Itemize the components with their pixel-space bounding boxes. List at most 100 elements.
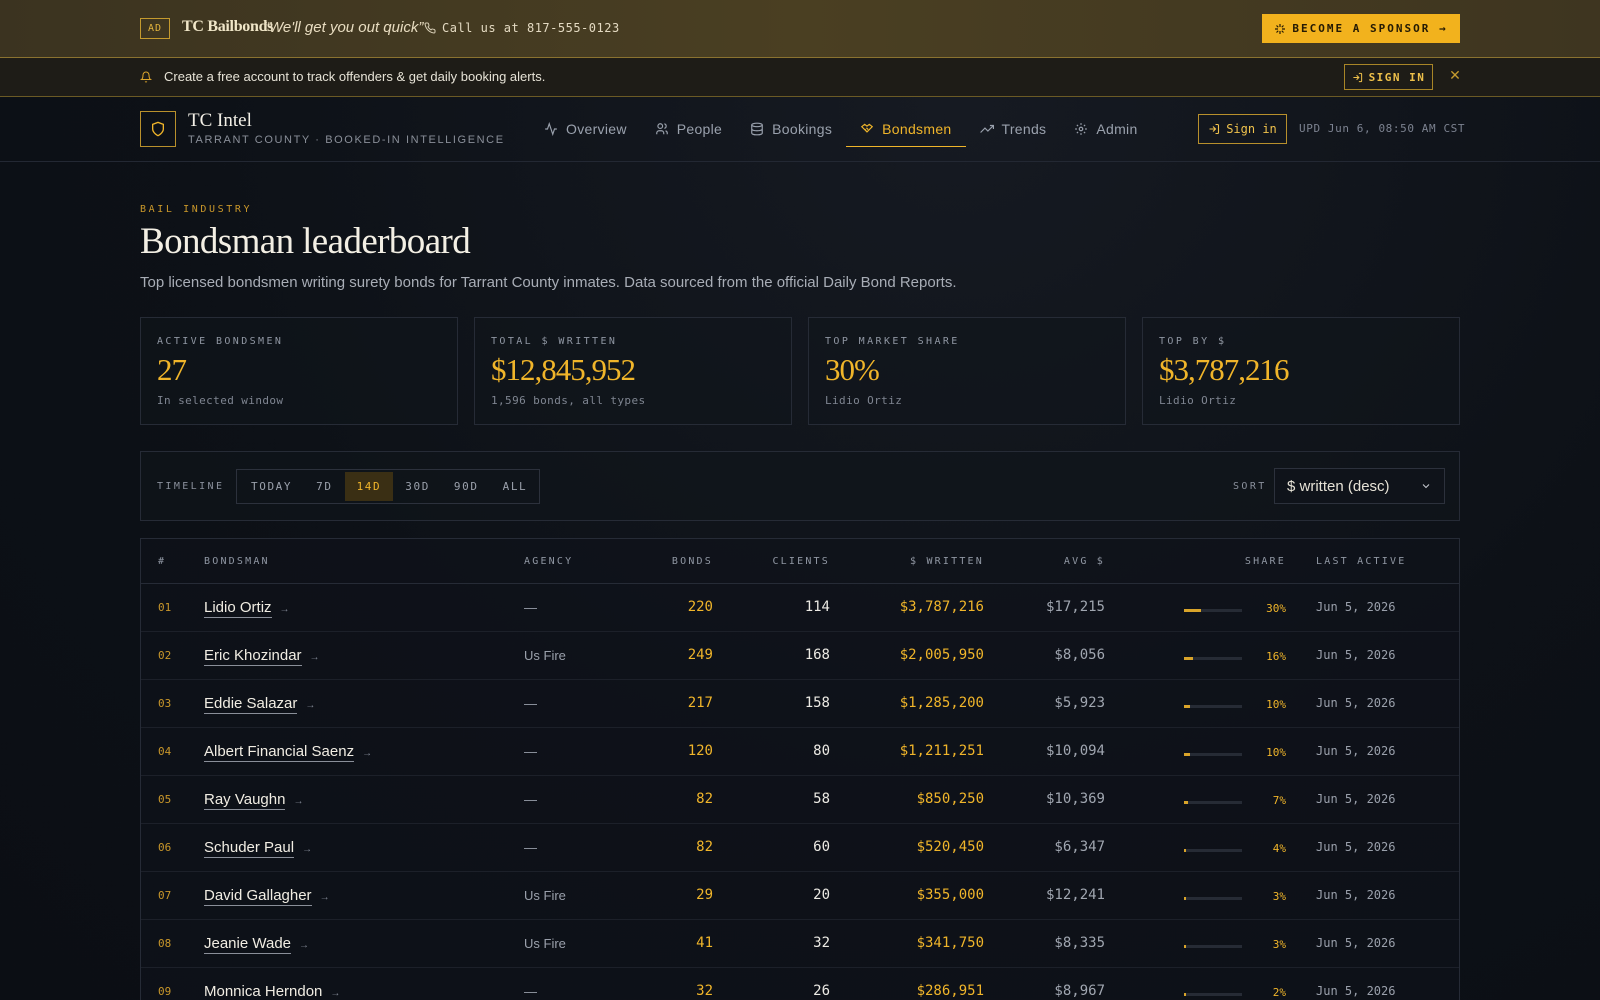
col-written[interactable]: $ WRITTEN <box>910 556 984 567</box>
row-written: $2,005,950 <box>899 647 984 663</box>
row-last-active: Jun 5, 2026 <box>1316 984 1396 998</box>
col-agency[interactable]: AGENCY <box>524 556 573 567</box>
tab-people[interactable]: People <box>641 97 736 161</box>
sort-value: $ written (desc) <box>1287 477 1390 495</box>
become-sponsor-button[interactable]: BECOME A SPONSOR → <box>1262 14 1460 43</box>
close-icon[interactable]: ✕ <box>1447 67 1463 84</box>
table-row[interactable]: 02 Eric Khozindar → Us Fire 249 168 $2,005,950… <box>141 632 1459 680</box>
row-agency: Us Fire <box>524 936 566 951</box>
stat-card-top-share: TOP MARKET SHARE 30% Lidio Ortiz <box>808 317 1126 425</box>
bondsman-link[interactable]: Albert Financial Saenz → <box>204 743 372 762</box>
activity-icon <box>545 122 557 136</box>
row-avg: $17,215 <box>1045 599 1105 615</box>
col-share[interactable]: SHARE <box>1245 556 1286 567</box>
table-row[interactable]: 04 Albert Financial Saenz → — 120 80 $1,211,25… <box>141 728 1459 776</box>
row-bonds: 29 <box>696 887 713 903</box>
ad-brand: TC Bailbonds <box>182 18 274 35</box>
timeline-option-30d[interactable]: 30D <box>393 472 442 501</box>
sort-select[interactable]: $ written (desc) <box>1274 468 1445 504</box>
row-written: $520,450 <box>916 839 984 855</box>
chevron-down-icon <box>1422 484 1430 489</box>
stat-value: 30% <box>825 352 880 387</box>
tab-bookings[interactable]: Bookings <box>736 97 846 161</box>
timeline-option-all[interactable]: ALL <box>491 472 540 501</box>
row-agency: — <box>524 840 537 855</box>
col-rank: # <box>158 556 167 567</box>
bondsman-link[interactable]: Jeanie Wade → <box>204 935 309 954</box>
gear-icon <box>1075 123 1088 135</box>
share-bar <box>1184 945 1242 948</box>
row-written: $850,250 <box>916 791 984 807</box>
col-bonds[interactable]: BONDS <box>672 556 713 567</box>
table-row[interactable]: 09 Monnica Herndon → — 32 26 $286,951 $8,967 2% J… <box>141 968 1459 1000</box>
tab-bondsmen[interactable]: Bondsmen <box>846 97 966 161</box>
shield-logo-icon[interactable] <box>140 111 176 147</box>
ad-phone-text: Call us at 817-555-0123 <box>442 21 620 35</box>
row-last-active: Jun 5, 2026 <box>1316 600 1396 614</box>
bondsman-link[interactable]: Schuder Paul → <box>204 839 313 858</box>
bondsman-link[interactable]: Eddie Salazar → <box>204 695 316 714</box>
last-updated: UPD Jun 6, 08:50 AM CST <box>1299 122 1466 135</box>
timeline-option-14d[interactable]: 14D <box>344 472 394 501</box>
nav-signin-label: Sign in <box>1226 122 1277 136</box>
col-clients[interactable]: CLIENTS <box>772 556 830 567</box>
trending-up-icon <box>979 124 994 133</box>
table-row[interactable]: 07 David Gallagher → Us Fire 29 20 $355,000 $12… <box>141 872 1459 920</box>
tab-label: People <box>676 121 723 137</box>
app-subtitle: TARRANT COUNTY · BOOKED-IN INTELLIGENCE <box>188 134 505 146</box>
notice-signin-button[interactable]: SIGN IN <box>1344 64 1433 90</box>
ad-phone-link[interactable]: Call us at 817-555-0123 <box>424 21 620 35</box>
stat-note: In selected window <box>157 394 284 407</box>
row-bonds: 32 <box>696 983 713 999</box>
arrow-right-icon: → <box>279 604 290 615</box>
nav-signin-button[interactable]: Sign in <box>1198 114 1287 144</box>
row-share: 3% <box>1272 938 1286 951</box>
bondsman-name: Eric Khozindar <box>204 647 302 666</box>
row-rank: 09 <box>158 985 172 998</box>
row-rank: 02 <box>158 649 172 662</box>
row-avg: $8,056 <box>1054 647 1105 663</box>
login-icon <box>1352 72 1362 82</box>
table-row[interactable]: 03 Eddie Salazar → — 217 158 $1,285,200 $5,923 1… <box>141 680 1459 728</box>
tab-trends[interactable]: Trends <box>966 97 1061 161</box>
share-bar-fill <box>1184 945 1186 948</box>
row-clients: 80 <box>813 743 830 759</box>
arrow-right-icon: → <box>305 700 316 711</box>
table-row[interactable]: 01 Lidio Ortiz → — 220 114 $3,787,216 $17,215 30… <box>141 584 1459 632</box>
bondsman-name: Lidio Ortiz <box>204 599 272 618</box>
bondsman-link[interactable]: Ray Vaughn → <box>204 791 303 810</box>
row-rank: 03 <box>158 697 172 710</box>
row-share: 30% <box>1266 602 1286 615</box>
col-last-active[interactable]: LAST ACTIVE <box>1316 556 1406 567</box>
bondsman-link[interactable]: Monnica Herndon → <box>204 983 340 1000</box>
timeline-option-90d[interactable]: 90D <box>442 472 491 501</box>
row-written: $341,750 <box>916 935 984 951</box>
arrow-right-icon: → <box>299 940 309 951</box>
bondsman-link[interactable]: David Gallagher → <box>204 887 330 906</box>
col-avg[interactable]: AVG $ <box>1064 556 1105 567</box>
row-share: 16% <box>1266 650 1286 663</box>
row-rank: 05 <box>158 793 172 806</box>
table-row[interactable]: 05 Ray Vaughn → — 82 58 $850,250 $10,369 7% Jun 5… <box>141 776 1459 824</box>
notice-signin-label: SIGN IN <box>1368 70 1426 84</box>
arrow-right-icon: → <box>302 844 313 855</box>
stat-note: Lidio Ortiz <box>825 394 903 407</box>
row-avg: $8,967 <box>1054 983 1105 999</box>
app-title: TC Intel <box>188 110 252 131</box>
row-avg: $6,347 <box>1054 839 1105 855</box>
row-written: $1,211,251 <box>899 743 984 759</box>
tab-admin[interactable]: Admin <box>1060 97 1151 161</box>
table-row[interactable]: 08 Jeanie Wade → Us Fire 41 32 $341,750 $8,335 3… <box>141 920 1459 968</box>
row-clients: 168 <box>804 647 830 663</box>
table-row[interactable]: 06 Schuder Paul → — 82 60 $520,450 $6,347 4% Jun … <box>141 824 1459 872</box>
row-written: $355,000 <box>916 887 984 903</box>
col-bondsman[interactable]: BONDSMAN <box>204 556 270 567</box>
bondsman-name: Jeanie Wade <box>204 935 291 954</box>
timeline-option-7d[interactable]: 7D <box>304 472 344 501</box>
bondsman-link[interactable]: Lidio Ortiz → <box>204 599 290 618</box>
tab-overview[interactable]: Overview <box>530 97 641 161</box>
share-bar <box>1184 993 1242 996</box>
timeline-option-today[interactable]: TODAY <box>239 472 304 501</box>
bondsman-link[interactable]: Eric Khozindar → <box>204 647 320 666</box>
main-nav: TC Intel TARRANT COUNTY · BOOKED-IN INTE… <box>0 97 1600 162</box>
